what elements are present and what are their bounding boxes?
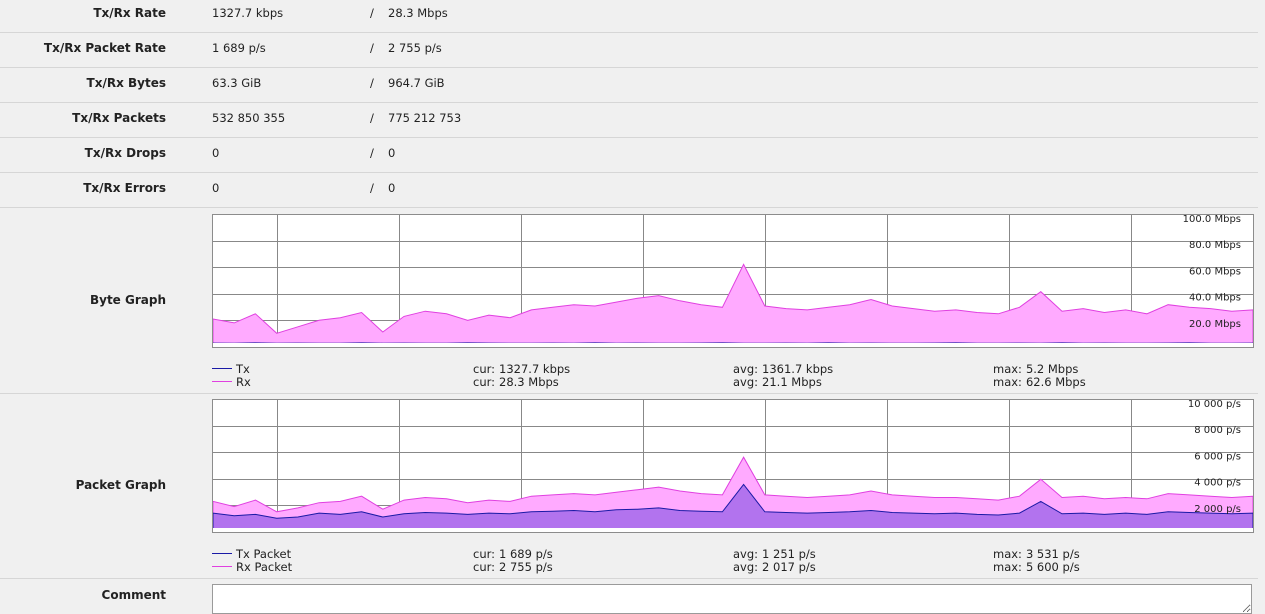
- y-tick-label: 100.0 Mbps: [1183, 215, 1241, 225]
- stat-row: Tx/Rx Bytes 63.3 GiB / 964.7 GiB: [0, 67, 1258, 103]
- stat-tx-value: 63.3 GiB: [212, 76, 262, 90]
- y-tick-label: 10 000 p/s: [1188, 400, 1241, 410]
- legend-name: Tx Packet: [236, 547, 292, 561]
- legend-max: max: 5.2 Mbps: [993, 362, 1078, 376]
- stat-label: Tx/Rx Errors: [83, 181, 166, 195]
- legend-max-value: 62.6 Mbps: [1025, 375, 1086, 389]
- stat-label: Tx/Rx Drops: [84, 146, 166, 160]
- legend-cur-label: cur:: [473, 547, 496, 561]
- stat-row: Tx/Rx Packets 532 850 355 / 775 212 753: [0, 102, 1258, 138]
- legend-avg-value: 1 251 p/s: [762, 547, 816, 561]
- byte-graph-label: Byte Graph: [89, 293, 166, 307]
- legend-max: max: 5 600 p/s: [993, 560, 1080, 574]
- stat-separator: /: [370, 76, 374, 90]
- y-tick-label: 20.0 Mbps: [1189, 319, 1241, 330]
- legend-swatch: [212, 368, 232, 369]
- y-tick-label: 80.0 Mbps: [1189, 240, 1241, 251]
- legend-line: Rx Packet cur: 2 755 p/s avg: 2 017 p/s max: 5…: [212, 560, 1258, 574]
- legend-line: Tx cur: 1327.7 kbps avg: 1361.7 kbps max: 5.2 …: [212, 362, 1258, 376]
- stat-rx-value: 964.7 GiB: [388, 76, 445, 90]
- byte-graph-svg: 100.0 Mbps 80.0 Mbps 60.0 Mbps 40.0 Mbps 20.…: [213, 215, 1253, 347]
- legend-avg: avg: 1 251 p/s: [733, 547, 816, 561]
- legend-avg: avg: 1361.7 kbps: [733, 362, 833, 376]
- stat-tx-value: 0: [212, 146, 220, 160]
- legend-max-value: 5.2 Mbps: [1025, 362, 1079, 376]
- legend-cur-value: 1327.7 kbps: [499, 362, 571, 376]
- legend-cur-label: cur:: [473, 560, 496, 574]
- y-tick-label: 8 000 p/s: [1194, 425, 1241, 436]
- stat-separator: /: [370, 181, 374, 195]
- stat-label: Tx/Rx Packets: [72, 111, 166, 125]
- packet-graph-svg: 10 000 p/s 8 000 p/s 6 000 p/s 4 000 p/s 2 0…: [213, 400, 1253, 532]
- legend-max-value: 5 600 p/s: [1025, 560, 1080, 574]
- stat-label: Tx/Rx Packet Rate: [43, 41, 166, 55]
- legend-swatch: [212, 381, 232, 382]
- legend-cur: cur: 2 755 p/s: [473, 560, 553, 574]
- legend-swatch: [212, 553, 232, 554]
- stat-rx-value: 28.3 Mbps: [388, 6, 448, 20]
- legend-max-label: max:: [993, 375, 1022, 389]
- legend-avg: avg: 21.1 Mbps: [733, 375, 822, 389]
- y-tick-label: 40.0 Mbps: [1189, 293, 1241, 304]
- legend-max-label: max:: [993, 362, 1022, 376]
- stat-rx-value: 0: [388, 181, 396, 195]
- legend-max-label: max:: [993, 560, 1022, 574]
- legend-avg-label: avg:: [733, 362, 759, 376]
- packet-graph-label: Packet Graph: [75, 478, 166, 492]
- stat-separator: /: [370, 111, 374, 125]
- comment-label: Comment: [101, 588, 166, 602]
- stat-rx-value: 2 755 p/s: [388, 41, 442, 55]
- legend-cur-label: cur:: [473, 375, 496, 389]
- y-tick-label: 60.0 Mbps: [1189, 266, 1241, 277]
- legend-max: max: 62.6 Mbps: [993, 375, 1086, 389]
- stat-tx-value: 1 689 p/s: [212, 41, 266, 55]
- legend-avg: avg: 2 017 p/s: [733, 560, 816, 574]
- legend-cur: cur: 1 689 p/s: [473, 547, 553, 561]
- stat-rx-value: 775 212 753: [388, 111, 462, 125]
- legend-name: Rx Packet: [236, 560, 293, 574]
- legend-swatch: [212, 566, 232, 567]
- legend-avg-value: 21.1 Mbps: [762, 375, 822, 389]
- legend-name: Rx: [236, 375, 251, 389]
- legend-avg-label: avg:: [733, 560, 759, 574]
- byte-graph-legend: Tx cur: 1327.7 kbps avg: 1361.7 kbps max: 5.2 …: [212, 362, 1258, 390]
- legend-avg-label: avg:: [733, 375, 759, 389]
- stat-row: Tx/Rx Packet Rate 1 689 p/s / 2 755 p/s: [0, 32, 1258, 68]
- legend-line: Tx Packet cur: 1 689 p/s avg: 1 251 p/s max: 3…: [212, 547, 1258, 561]
- stat-tx-value: 532 850 355: [212, 111, 286, 125]
- legend-cur: cur: 1327.7 kbps: [473, 362, 570, 376]
- packet-graph-legend: Tx Packet cur: 1 689 p/s avg: 1 251 p/s max: 3…: [212, 547, 1258, 575]
- stat-row: Tx/Rx Errors 0 / 0: [0, 172, 1258, 208]
- packet-graph: 10 000 p/s 8 000 p/s 6 000 p/s 4 000 p/s 2 0…: [212, 399, 1254, 533]
- comment-textarea[interactable]: [212, 584, 1252, 614]
- stat-tx-value: 0: [212, 181, 220, 195]
- legend-avg-label: avg:: [733, 547, 759, 561]
- y-tick-label: 2 000 p/s: [1194, 504, 1241, 515]
- legend-max-label: max:: [993, 547, 1022, 561]
- legend-cur-value: 2 755 p/s: [499, 560, 553, 574]
- legend-max-value: 3 531 p/s: [1025, 547, 1080, 561]
- byte-graph: 100.0 Mbps 80.0 Mbps 60.0 Mbps 40.0 Mbps 20.…: [212, 214, 1254, 348]
- legend-max: max: 3 531 p/s: [993, 547, 1080, 561]
- stat-tx-value: 1327.7 kbps: [212, 6, 284, 20]
- series-area-rx: [213, 263, 1253, 346]
- legend-cur-label: cur:: [473, 362, 496, 376]
- legend-cur: cur: 28.3 Mbps: [473, 375, 559, 389]
- legend-cur-value: 1 689 p/s: [499, 547, 553, 561]
- stat-row: Tx/Rx Drops 0 / 0: [0, 137, 1258, 173]
- stat-separator: /: [370, 41, 374, 55]
- legend-avg-value: 1361.7 kbps: [762, 362, 834, 376]
- legend-cur-value: 28.3 Mbps: [499, 375, 559, 389]
- stat-row: Tx/Rx Rate 1327.7 kbps / 28.3 Mbps: [0, 0, 1258, 33]
- legend-avg-value: 2 017 p/s: [762, 560, 816, 574]
- stat-rx-value: 0: [388, 146, 396, 160]
- stat-label: Tx/Rx Rate: [93, 6, 166, 20]
- y-tick-label: 4 000 p/s: [1194, 478, 1241, 489]
- legend-name: Tx: [236, 362, 250, 376]
- stat-label: Tx/Rx Bytes: [86, 76, 166, 90]
- stat-separator: /: [370, 146, 374, 160]
- legend-line: Rx cur: 28.3 Mbps avg: 21.1 Mbps max: 62.6 Mbp…: [212, 375, 1258, 389]
- y-tick-label: 6 000 p/s: [1194, 451, 1241, 462]
- stat-separator: /: [370, 6, 374, 20]
